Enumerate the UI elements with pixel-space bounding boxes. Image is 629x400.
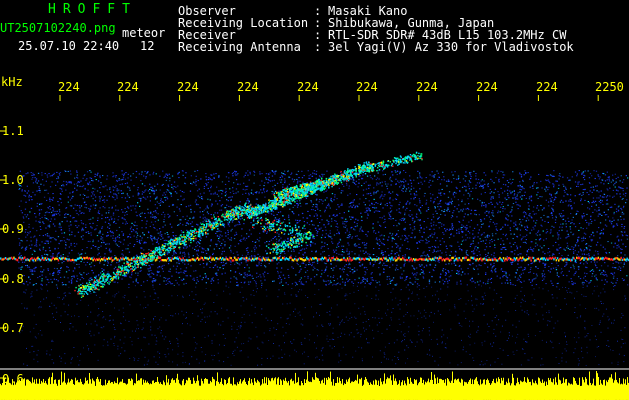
time-tick: 224 — [117, 80, 139, 94]
filename: UT2507102240.png — [0, 21, 116, 35]
time-tick: 224 — [536, 80, 558, 94]
time-tick: 224 — [177, 80, 199, 94]
time-tick: 224 — [58, 80, 80, 94]
time-tick: 224 — [297, 80, 319, 94]
time-tick: 224 — [416, 80, 438, 94]
header-sep-antenna: : — [314, 40, 322, 54]
hrofft-screen: HROFFT UT2507102240.png meteor 25.07.10 … — [0, 0, 629, 400]
header-value-antenna: 3el Yagi(V) Az 330 for Vladivostok — [328, 40, 574, 54]
time-tick: 224 — [356, 80, 378, 94]
freq-tick: 1.1 — [2, 124, 24, 138]
time-tick: 224 — [476, 80, 498, 94]
freq-tick: 0.9 — [2, 222, 24, 236]
header-label-antenna: Receiving Antenna — [178, 40, 301, 54]
freq-unit: kHz — [1, 75, 23, 89]
time-tick: 2250 — [595, 80, 624, 94]
app-title: HROFFT — [48, 2, 137, 17]
freq-tick: 0.6 — [2, 372, 24, 386]
filename-suffix: meteor — [122, 26, 166, 40]
freq-tick: 1.0 — [2, 173, 24, 187]
freq-tick: 0.8 — [2, 272, 24, 286]
count-label: 12 — [140, 39, 155, 53]
time-tick: 224 — [237, 80, 259, 94]
datetime-label: 25.07.10 22:40 — [18, 39, 120, 53]
spectrogram-canvas — [0, 95, 629, 400]
filename-label: UT2507102240.png — [0, 22, 116, 34]
freq-tick: 0.7 — [2, 321, 24, 335]
